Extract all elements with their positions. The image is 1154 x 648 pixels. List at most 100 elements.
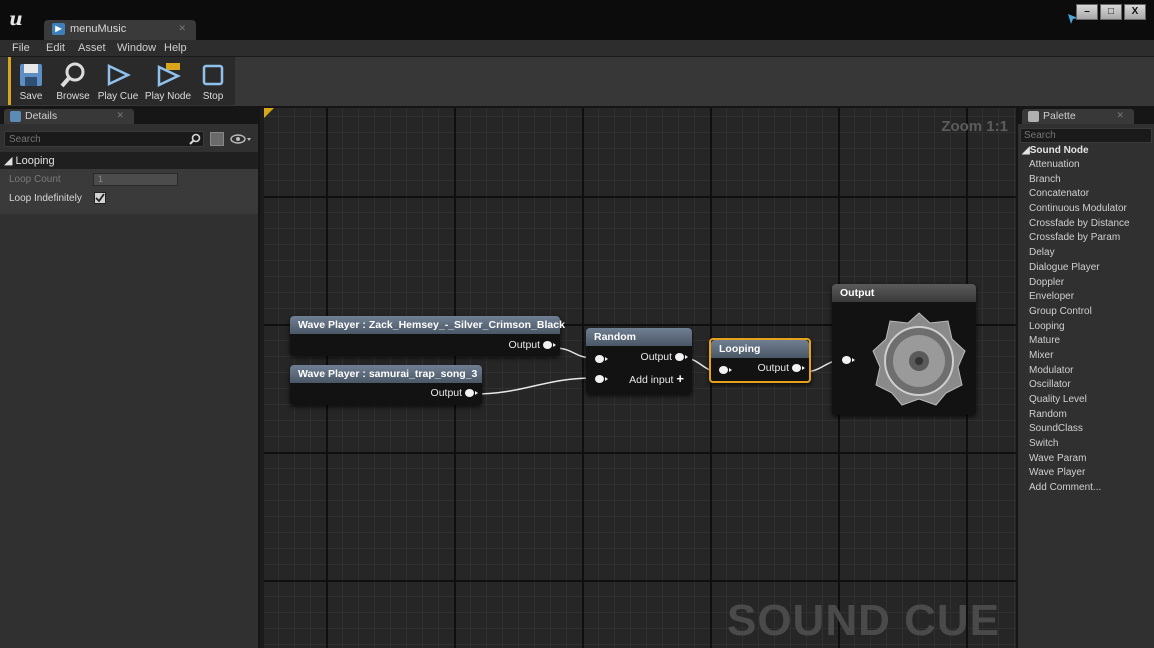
document-tab-label: menuMusic <box>70 23 127 35</box>
details-search-input[interactable] <box>4 131 204 147</box>
palette-tab-label: Palette <box>1043 110 1076 122</box>
play-icon <box>107 64 131 86</box>
loop-indefinitely-checkbox[interactable] <box>94 192 106 204</box>
speaker-icon <box>872 312 966 406</box>
sound-cue-icon: ▶ <box>52 23 65 35</box>
maximize-button[interactable]: □ <box>1100 4 1122 20</box>
play-cue-button[interactable]: Play Cue <box>97 59 139 103</box>
node-wave-player-2[interactable]: Wave Player : samurai_trap_song_3 Output <box>290 365 482 405</box>
play-node-icon <box>157 63 181 87</box>
palette-item[interactable]: Branch <box>1018 173 1154 188</box>
palette-item[interactable]: Concatenator <box>1018 187 1154 202</box>
node-looping-output-label: Output <box>757 362 790 374</box>
output-pin-icon[interactable] <box>465 389 478 398</box>
play-node-button[interactable]: Play Node <box>143 59 193 103</box>
checkmark-icon <box>95 193 105 203</box>
node-random[interactable]: Random Output Add input + <box>586 328 692 394</box>
node-output-title: Output <box>832 284 976 302</box>
window-controls: – □ X <box>1076 4 1146 20</box>
node-random-output-label: Output <box>640 351 673 363</box>
palette-item[interactable]: Enveloper <box>1018 290 1154 305</box>
node-wave-player-1-output[interactable]: Output <box>508 339 556 351</box>
sound-node-category[interactable]: ◢Sound Node <box>1018 144 1154 158</box>
looping-category-label: ◢ Looping <box>4 155 55 167</box>
node-output[interactable]: Output <box>832 284 976 415</box>
loop-count-value: 1 <box>98 174 104 184</box>
save-button[interactable]: Save <box>13 59 49 103</box>
output-pin-icon[interactable] <box>675 353 688 362</box>
looping-category[interactable]: ◢ Looping <box>0 152 258 169</box>
input-pin-icon[interactable] <box>719 366 732 374</box>
close-window-button[interactable]: X <box>1124 4 1146 20</box>
sound-cue-graph[interactable]: Zoom 1:1 SOUND CUE Wave Player : Zack_He… <box>260 108 1016 648</box>
menu-asset[interactable]: Asset <box>78 42 106 54</box>
palette-item[interactable]: Mature <box>1018 334 1154 349</box>
palette-item[interactable]: Random <box>1018 408 1154 423</box>
details-search-row <box>0 128 258 152</box>
menu-file[interactable]: File <box>12 42 30 54</box>
palette-item[interactable]: SoundClass <box>1018 422 1154 437</box>
property-matrix-icon[interactable] <box>210 132 224 146</box>
node-wave-player-1-output-label: Output <box>508 339 541 351</box>
palette-item[interactable]: Looping <box>1018 320 1154 335</box>
palette-item[interactable]: Switch <box>1018 437 1154 452</box>
browse-button[interactable]: Browse <box>51 59 95 103</box>
palette-tabbar: Palette ✕ <box>1018 106 1154 124</box>
stop-button[interactable]: Stop <box>197 59 229 103</box>
palette-item[interactable]: Wave Param <box>1018 452 1154 467</box>
palette-search-input[interactable] <box>1020 128 1152 143</box>
details-tab[interactable]: Details ✕ <box>4 109 134 124</box>
palette-item[interactable]: Crossfade by Distance <box>1018 217 1154 232</box>
unreal-logo-icon: u <box>9 8 23 30</box>
close-icon[interactable]: ✕ <box>116 110 124 121</box>
output-pin-icon[interactable] <box>792 364 805 373</box>
input-pin-icon[interactable] <box>842 356 855 364</box>
palette-item[interactable]: Add Comment... <box>1018 481 1154 496</box>
palette-item[interactable]: Group Control <box>1018 305 1154 320</box>
palette-item[interactable]: Doppler <box>1018 276 1154 291</box>
palette-item[interactable]: Attenuation <box>1018 158 1154 173</box>
loop-indefinitely-label: Loop Indefinitely <box>9 193 82 204</box>
input-pin-icon[interactable] <box>595 375 608 383</box>
details-tabbar: Details ✕ <box>0 106 258 124</box>
palette-item[interactable]: Crossfade by Param <box>1018 231 1154 246</box>
node-wave-player-1[interactable]: Wave Player : Zack_Hemsey_-_Silver_Crims… <box>290 316 565 356</box>
node-wave-player-2-title: Wave Player : samurai_trap_song_3 <box>290 365 482 383</box>
palette-item[interactable]: Dialogue Player <box>1018 261 1154 276</box>
palette-item[interactable]: Continuous Modulator <box>1018 202 1154 217</box>
document-tab[interactable]: ▶ menuMusic ✕ <box>44 20 196 40</box>
palette-item[interactable]: Quality Level <box>1018 393 1154 408</box>
loop-count-field[interactable]: 1 <box>93 173 178 186</box>
close-icon[interactable]: ✕ <box>178 23 186 34</box>
eye-icon[interactable] <box>230 134 252 144</box>
menu-edit[interactable]: Edit <box>46 42 65 54</box>
output-pin-icon[interactable] <box>543 341 556 350</box>
node-looping[interactable]: Looping Output <box>709 338 811 383</box>
node-random-add-input[interactable]: Add input + <box>629 371 684 386</box>
palette-tab[interactable]: Palette ✕ <box>1022 109 1134 124</box>
palette-item[interactable]: Wave Player <box>1018 466 1154 481</box>
node-wave-player-2-output[interactable]: Output <box>430 387 478 399</box>
palette-list: ◢Sound Node Attenuation Branch Concatenato… <box>1018 144 1154 496</box>
palette-item[interactable]: Delay <box>1018 246 1154 261</box>
close-icon[interactable]: ✕ <box>1116 110 1124 121</box>
palette-item[interactable]: Oscillator <box>1018 378 1154 393</box>
minimize-button[interactable]: – <box>1076 4 1098 20</box>
palette-item[interactable]: Modulator <box>1018 364 1154 379</box>
search-icon <box>189 133 201 145</box>
sound-node-category-label: Sound Node <box>1029 145 1089 156</box>
menu-help[interactable]: Help <box>164 42 187 54</box>
node-random-output[interactable]: Output <box>640 351 688 363</box>
details-tab-label: Details <box>25 110 58 122</box>
palette-panel: Palette ✕ ◢Sound Node AttenuationBranchC… <box>1018 106 1154 648</box>
toolbar-strip: Save Browse Play Cue Play Node Stop <box>8 57 235 105</box>
menu-window[interactable]: Window <box>117 42 156 54</box>
node-looping-output[interactable]: Output <box>757 362 805 374</box>
palette-icon <box>1028 111 1039 122</box>
node-wave-player-2-output-label: Output <box>430 387 463 399</box>
palette-item[interactable]: Mixer <box>1018 349 1154 364</box>
title-bar: u ▶ menuMusic ✕ – □ X <box>0 0 1154 40</box>
menu-bar: File Edit Asset Window Help <box>0 40 1154 57</box>
save-label: Save <box>19 91 43 102</box>
input-pin-icon[interactable] <box>595 355 608 363</box>
